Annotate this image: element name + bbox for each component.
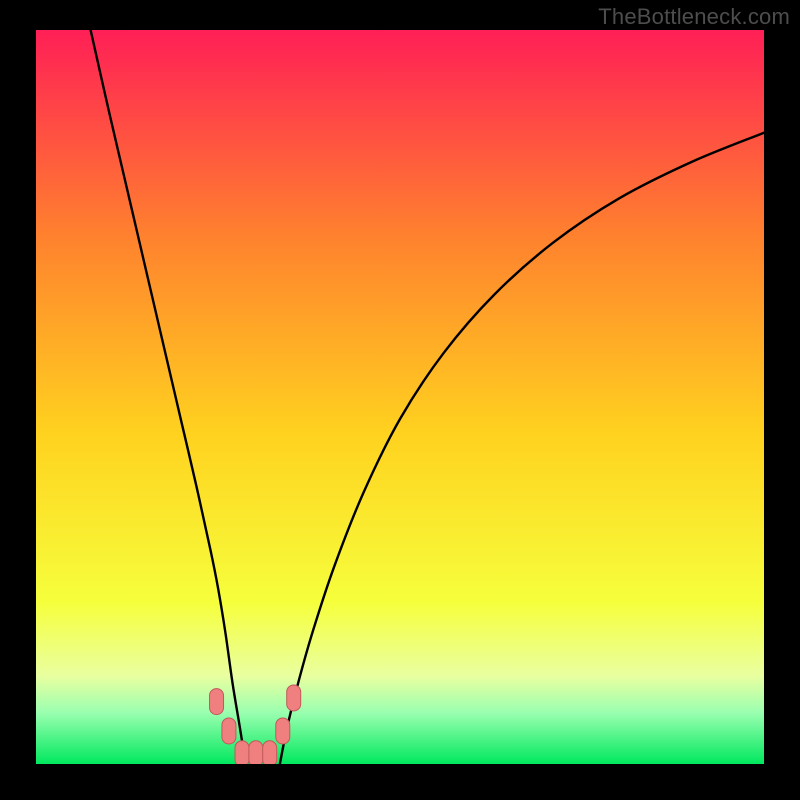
marker-6	[287, 685, 301, 711]
marker-4	[263, 741, 277, 767]
bottleneck-chart	[0, 0, 800, 800]
chart-frame: { "watermark": "TheBottleneck.com", "col…	[0, 0, 800, 800]
marker-2	[235, 741, 249, 767]
marker-3	[249, 741, 263, 767]
marker-0	[210, 689, 224, 715]
watermark-text: TheBottleneck.com	[598, 4, 790, 30]
marker-5	[276, 718, 290, 744]
marker-1	[222, 718, 236, 744]
gradient-bg	[36, 30, 764, 764]
